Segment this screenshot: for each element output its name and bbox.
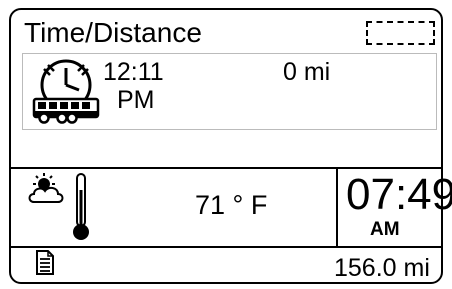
divider-clock <box>336 167 338 247</box>
screen-title: Time/Distance <box>24 17 202 48</box>
display-frame <box>9 8 443 284</box>
odometer-reading: 156.0 mi <box>334 254 430 282</box>
document-icon <box>36 250 54 275</box>
clock-time: 07:49 <box>346 170 452 219</box>
trip-time-period: PM <box>117 86 155 114</box>
outside-temperature: 71 ° F <box>195 190 268 220</box>
thermometer-icon <box>73 173 89 240</box>
clock-period: AM <box>370 219 400 240</box>
trip-time: 12:11 <box>103 58 164 86</box>
clock-bus-icon <box>32 59 100 124</box>
divider-top <box>11 167 441 169</box>
trip-distance: 0 mi <box>283 58 331 86</box>
sun-cloud-icon <box>28 173 64 203</box>
divider-bottom <box>11 246 441 248</box>
indicator-box <box>366 21 435 45</box>
